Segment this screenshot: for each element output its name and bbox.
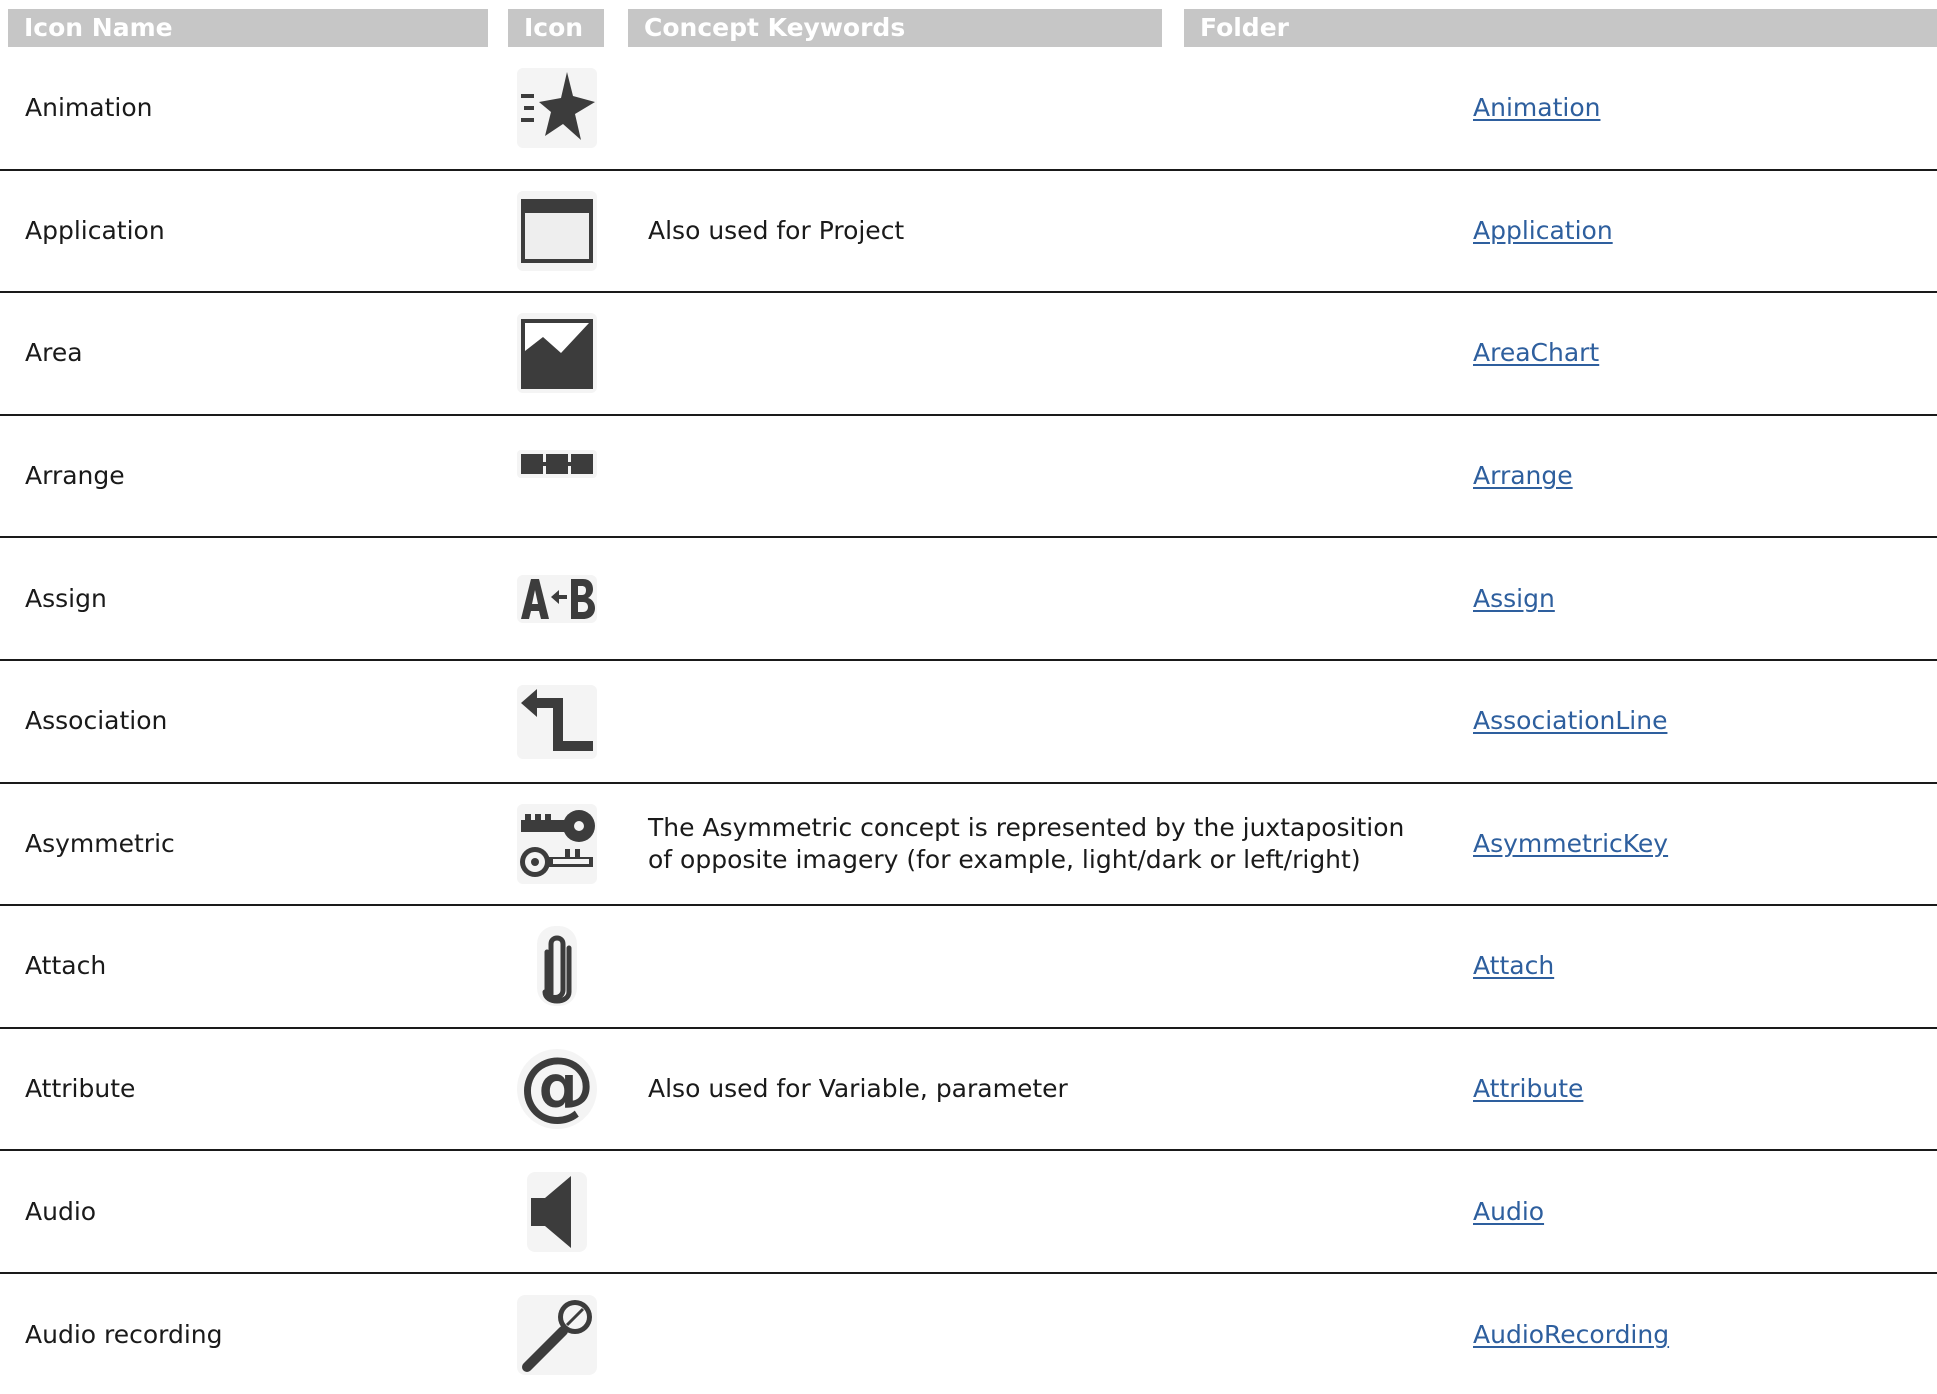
column-header-folder: Folder [1184,9,1937,47]
table-row: Attribute @ Also used for Variable, para… [0,1029,1937,1152]
asymmetric-key-icon [517,803,597,884]
table-row: Area AreaChart [0,293,1937,416]
table-row: Asymmetric The Asymmetric concept is rep… [0,784,1937,907]
folder-link[interactable]: AsymmetricKey [1473,828,1668,860]
table-row: Animation Animation [0,48,1937,171]
folder-link[interactable]: Arrange [1473,460,1573,492]
concept-keywords-cell: Also used for Variable, parameter [648,1074,1068,1104]
animation-icon [517,68,597,149]
icon-reference-table: Icon Name Icon Concept Keywords Folder A… [0,0,1937,1394]
icon-name-cell: Animation [25,93,153,123]
concept-keywords-cell: Also used for Project [648,215,905,245]
table-row: Application Also used for Project Applic… [0,171,1937,294]
speaker-icon [527,1171,587,1252]
folder-link[interactable]: Assign [1473,583,1555,615]
association-line-icon [517,685,597,760]
icon-name-cell: Attach [25,951,107,981]
folder-link[interactable]: Animation [1473,92,1600,124]
icon-name-cell: Audio [25,1196,97,1226]
concept-keywords-cell [648,416,1408,537]
concept-keywords-cell [648,906,1408,1027]
at-sign-icon: @ [517,1047,597,1130]
icon-name-cell: Area [25,338,83,368]
table-row: Arrange Arrange [0,416,1937,539]
area-chart-icon [517,313,597,394]
icon-name-cell: Application [25,215,165,245]
paperclip-icon [537,926,577,1007]
concept-keywords-cell: The Asymmetric concept is represented by… [648,812,1405,874]
folder-link[interactable]: Application [1473,215,1613,247]
svg-text:@: @ [519,1047,595,1129]
folder-link[interactable]: Audio [1473,1196,1544,1228]
icon-name-cell: Association [25,706,168,736]
folder-link[interactable]: Attach [1473,950,1554,982]
concept-keywords-cell [648,661,1408,782]
table-row: Attach Attach [0,906,1937,1029]
icon-name-cell: Arrange [25,461,125,491]
concept-keywords-cell [648,1151,1408,1272]
folder-link[interactable]: Attribute [1473,1073,1583,1105]
assign-icon [517,574,597,623]
column-header-concept-keywords: Concept Keywords [628,9,1162,47]
concept-keywords-cell [648,538,1408,659]
table-header: Icon Name Icon Concept Keywords Folder [0,0,1937,50]
icon-name-cell: Assign [25,583,107,613]
microphone-icon [517,1295,597,1376]
arrange-icon [517,450,597,479]
folder-link[interactable]: AudioRecording [1473,1319,1669,1351]
table-row: Audio Audio [0,1151,1937,1274]
concept-keywords-cell [648,293,1408,414]
application-icon [517,190,597,271]
concept-keywords-cell [648,1274,1408,1394]
icon-name-cell: Attribute [25,1074,136,1104]
concept-keywords-cell [648,48,1408,169]
icon-name-cell: Audio recording [25,1320,223,1350]
table-row: Association AssociationLine [0,661,1937,784]
folder-link[interactable]: AssociationLine [1473,705,1667,737]
folder-link[interactable]: AreaChart [1473,337,1599,369]
column-header-icon-name: Icon Name [8,9,488,47]
table-row: Audio recording AudioRecording [0,1274,1937,1394]
table-row: Assign Assign [0,538,1937,661]
column-header-icon: Icon [508,9,604,47]
icon-name-cell: Asymmetric [25,828,175,858]
